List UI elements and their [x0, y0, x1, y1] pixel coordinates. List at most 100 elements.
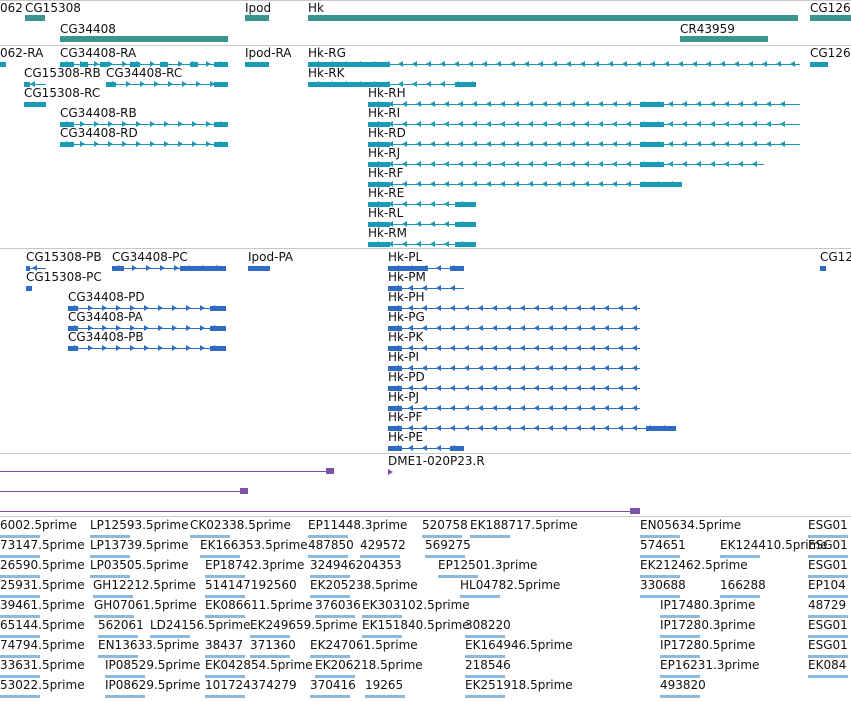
- est-label[interactable]: 520758: [422, 519, 468, 532]
- est-label[interactable]: ESG01: [808, 539, 848, 552]
- est-feature[interactable]: [660, 695, 700, 698]
- gene-label[interactable]: Hk: [308, 2, 324, 15]
- est-label[interactable]: 429572: [360, 539, 406, 552]
- transcript-label[interactable]: Hk-RM: [368, 227, 407, 240]
- protein-label[interactable]: Hk-PI: [388, 351, 419, 364]
- transcript-feature-intron[interactable]: [368, 164, 764, 165]
- est-label[interactable]: EK249659.5prime: [250, 619, 358, 632]
- gene-label[interactable]: CG15308: [25, 2, 81, 15]
- est-label[interactable]: 376036: [315, 599, 361, 612]
- est-label[interactable]: 569275: [425, 539, 471, 552]
- est-label[interactable]: CK02338.5prime: [190, 519, 291, 532]
- est-feature[interactable]: [365, 695, 405, 698]
- est-label[interactable]: IP17280.3prime: [660, 619, 755, 632]
- est-label[interactable]: EK188717.5prime: [470, 519, 578, 532]
- transcript-label[interactable]: Hk-RF: [368, 167, 404, 180]
- transcript-feature-exon[interactable]: [0, 62, 6, 67]
- protein-feature-exon[interactable]: [820, 266, 826, 271]
- probe-feature-end[interactable]: [326, 468, 334, 474]
- transcript-label[interactable]: CG126: [810, 47, 851, 60]
- protein-label[interactable]: Hk-PM: [388, 271, 426, 284]
- gene-label[interactable]: CG34408: [60, 23, 116, 36]
- est-label[interactable]: 371360: [250, 639, 296, 652]
- transcript-label[interactable]: CG34408-RB: [60, 107, 137, 120]
- est-label[interactable]: 33631.5prime: [0, 659, 85, 672]
- est-label[interactable]: EP11448.3prime: [308, 519, 407, 532]
- transcript-label[interactable]: Hk-RK: [308, 67, 345, 80]
- est-label[interactable]: 25931.5prime: [0, 579, 85, 592]
- est-label[interactable]: EK303102.5prime: [362, 599, 470, 612]
- est-label[interactable]: 574651: [640, 539, 686, 552]
- est-label[interactable]: EK166353.5prime: [200, 539, 308, 552]
- protein-label[interactable]: Hk-PK: [388, 331, 423, 344]
- est-label[interactable]: 39461.5prime: [0, 599, 85, 612]
- est-label[interactable]: 330688: [640, 579, 686, 592]
- est-label[interactable]: 493820: [660, 679, 706, 692]
- transcript-label[interactable]: CG34408-RA: [60, 47, 136, 60]
- protein-feature-exon[interactable]: [26, 286, 32, 291]
- protein-label[interactable]: CG15308-PC: [26, 271, 102, 284]
- transcript-label[interactable]: Ipod-RA: [245, 47, 292, 60]
- est-label[interactable]: LP03505.5prime: [90, 559, 189, 572]
- transcript-feature-exon[interactable]: [640, 182, 682, 187]
- gene-feature[interactable]: [680, 36, 768, 42]
- gene-label[interactable]: CG126: [810, 2, 851, 15]
- gene-label[interactable]: Ipod: [245, 2, 271, 15]
- est-label[interactable]: ESG01: [808, 519, 848, 532]
- protein-label[interactable]: Hk-PE: [388, 431, 423, 444]
- transcript-feature-exon[interactable]: [245, 62, 269, 67]
- transcript-feature-exon[interactable]: [810, 62, 828, 67]
- transcript-label[interactable]: 062-RA: [0, 47, 43, 60]
- est-label[interactable]: EK251918.5prime: [465, 679, 573, 692]
- est-label[interactable]: EK206218.5prime: [315, 659, 423, 672]
- protein-label[interactable]: Hk-PF: [388, 411, 422, 424]
- transcript-label[interactable]: Hk-RG: [308, 47, 346, 60]
- protein-feature-exon[interactable]: [248, 266, 270, 271]
- est-label[interactable]: EN05634.5prime: [640, 519, 741, 532]
- probe-feature[interactable]: [0, 511, 640, 512]
- est-label[interactable]: ESG01: [808, 619, 848, 632]
- est-feature[interactable]: [310, 695, 350, 698]
- est-label[interactable]: IP17480.3prime: [660, 599, 755, 612]
- transcript-feature-intron[interactable]: [60, 144, 228, 145]
- est-label[interactable]: 324946204353: [310, 559, 402, 572]
- est-label[interactable]: EK164946.5prime: [465, 639, 573, 652]
- est-label[interactable]: 370416: [310, 679, 356, 692]
- gene-feature[interactable]: [308, 15, 798, 21]
- probe-label[interactable]: DME1-020P23.R: [388, 455, 485, 468]
- transcript-label[interactable]: Hk-RE: [368, 187, 404, 200]
- est-label[interactable]: EP16231.3prime: [660, 659, 759, 672]
- est-label[interactable]: LP12593.5prime: [90, 519, 189, 532]
- est-label[interactable]: 38437: [205, 639, 243, 652]
- est-label[interactable]: LP13739.5prime: [90, 539, 189, 552]
- est-label[interactable]: EP104: [808, 579, 846, 592]
- est-label[interactable]: 218546: [465, 659, 511, 672]
- gene-feature[interactable]: [810, 15, 851, 21]
- est-label[interactable]: 74794.5prime: [0, 639, 85, 652]
- gene-label[interactable]: 062: [0, 2, 23, 15]
- est-label[interactable]: LD24156.5prime: [150, 619, 251, 632]
- transcript-label[interactable]: Hk-RH: [368, 87, 406, 100]
- est-label[interactable]: 48729: [808, 599, 846, 612]
- protein-label[interactable]: CG34408-PB: [68, 331, 144, 344]
- est-label[interactable]: EK205238.5prime: [310, 579, 418, 592]
- est-label[interactable]: 166288: [720, 579, 766, 592]
- protein-label[interactable]: CG15308-PB: [26, 251, 102, 264]
- est-label[interactable]: 6002.5prime: [0, 519, 77, 532]
- transcript-feature-exon[interactable]: [368, 242, 390, 247]
- est-label[interactable]: IP08629.5prime: [105, 679, 200, 692]
- transcript-label[interactable]: CG15308-RB: [24, 67, 101, 80]
- probe-feature-end[interactable]: [240, 488, 248, 494]
- est-label[interactable]: EK151840.5prime: [362, 619, 470, 632]
- est-feature[interactable]: [105, 695, 145, 698]
- est-label[interactable]: ESG01: [808, 639, 848, 652]
- est-feature[interactable]: [0, 695, 40, 698]
- est-label[interactable]: 562061: [98, 619, 144, 632]
- est-label[interactable]: 73147.5prime: [0, 539, 85, 552]
- est-label[interactable]: EK042854.5prime: [205, 659, 313, 672]
- est-label[interactable]: EK212462.5prime: [640, 559, 748, 572]
- transcript-label[interactable]: Hk-RL: [368, 207, 403, 220]
- protein-label[interactable]: Ipod-PA: [248, 251, 293, 264]
- est-label[interactable]: 514147192560: [205, 579, 297, 592]
- transcript-label[interactable]: Hk-RD: [368, 127, 406, 140]
